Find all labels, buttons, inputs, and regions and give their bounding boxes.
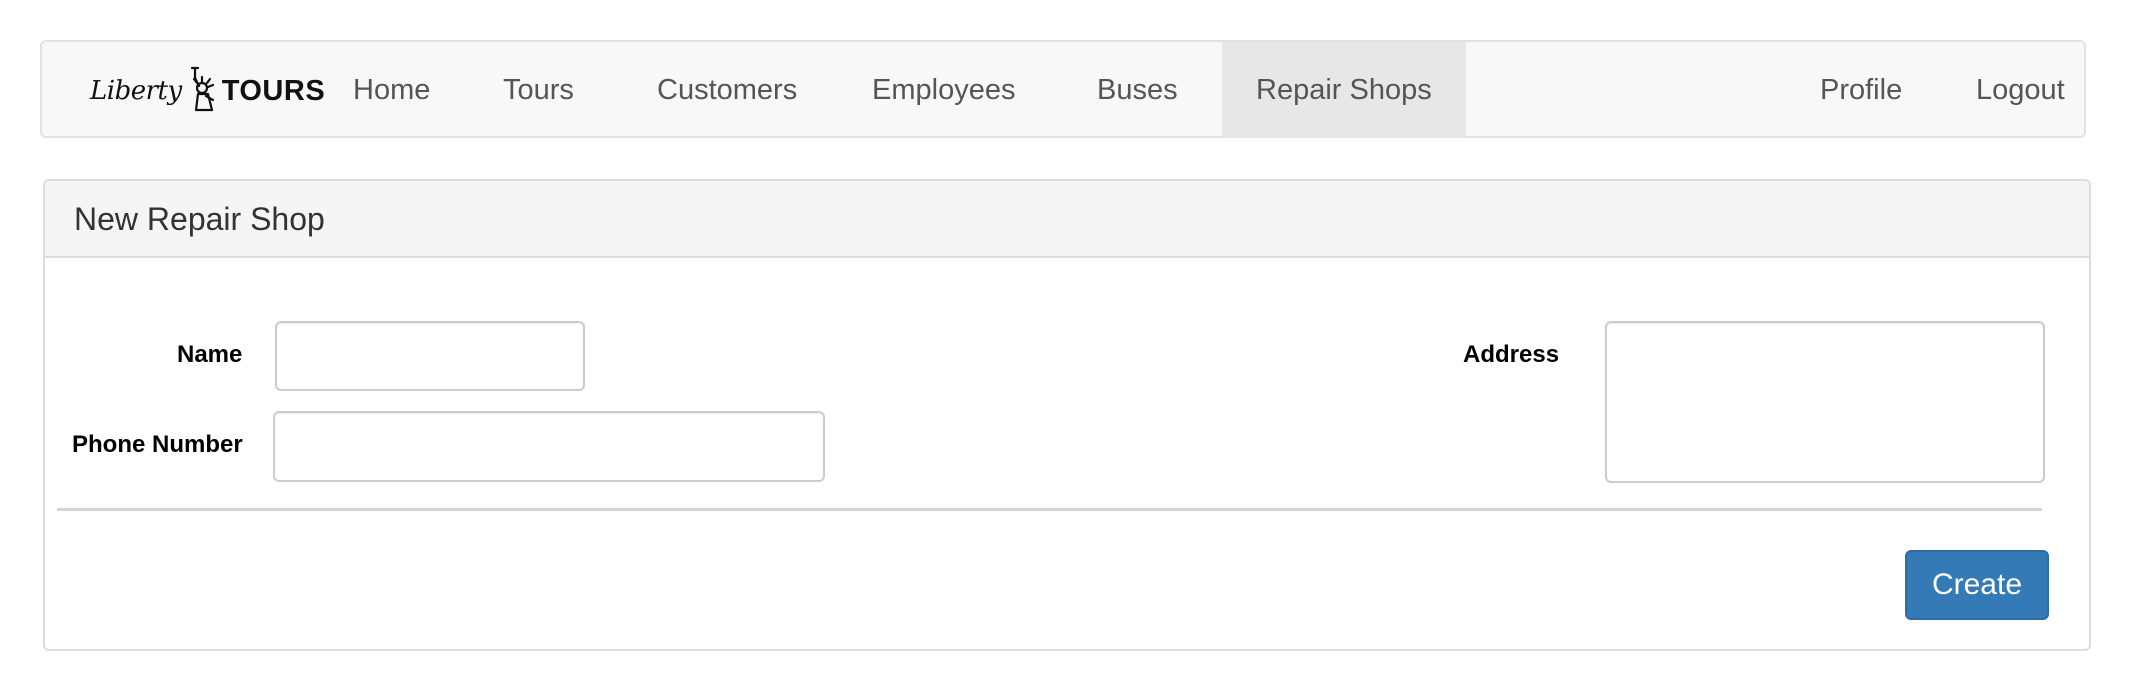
page-title: New Repair Shop (74, 201, 325, 237)
phone-number-input[interactable] (273, 411, 825, 482)
statue-of-liberty-icon (186, 66, 220, 117)
nav-customers[interactable]: Customers (657, 42, 797, 138)
phone-number-label: Phone Number (72, 431, 243, 458)
nav-repair-shops[interactable]: Repair Shops (1222, 42, 1466, 138)
top-navbar: Liberty TOURS Home Tours Customers Emplo… (40, 40, 2086, 138)
form-divider (57, 508, 2042, 511)
nav-employees[interactable]: Employees (872, 42, 1015, 138)
brand-bold-text: TOURS (221, 74, 326, 107)
brand-script-text: Liberty (90, 76, 182, 106)
nav-tours[interactable]: Tours (503, 42, 574, 138)
nav-home[interactable]: Home (353, 42, 430, 138)
create-button[interactable]: Create (1905, 550, 2049, 620)
new-repair-shop-panel: New Repair Shop Name Phone Number Addres… (43, 179, 2091, 651)
brand-logo[interactable]: Liberty TOURS (90, 66, 326, 117)
nav-logout[interactable]: Logout (1976, 42, 2065, 138)
address-textarea[interactable] (1605, 321, 2045, 483)
panel-heading: New Repair Shop (45, 181, 2089, 258)
name-input[interactable] (275, 321, 585, 391)
nav-profile[interactable]: Profile (1820, 42, 1902, 138)
nav-buses[interactable]: Buses (1097, 42, 1178, 138)
name-label: Name (177, 341, 243, 368)
address-label: Address (1463, 341, 1560, 368)
